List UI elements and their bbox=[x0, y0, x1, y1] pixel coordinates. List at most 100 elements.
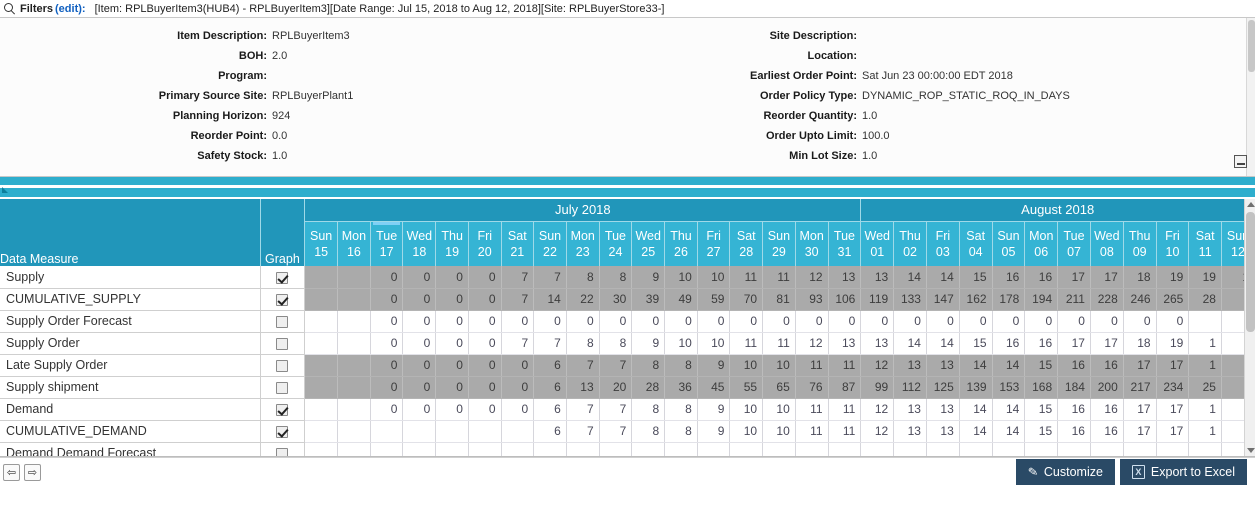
measure-value-cell[interactable]: 0 bbox=[828, 310, 862, 333]
graph-checkbox[interactable] bbox=[276, 271, 289, 284]
measure-value-cell[interactable]: 8 bbox=[566, 332, 600, 355]
graph-checkbox[interactable] bbox=[276, 381, 289, 394]
measure-name-cell[interactable]: Supply bbox=[0, 266, 261, 289]
grid-day-header[interactable]: Wed 08 bbox=[1090, 221, 1124, 266]
measure-value-cell[interactable]: 0 bbox=[1090, 310, 1124, 333]
measure-value-cell[interactable]: 14 bbox=[533, 288, 567, 311]
measure-value-cell[interactable]: 12 bbox=[795, 332, 829, 355]
measure-value-cell[interactable]: 13 bbox=[893, 420, 927, 443]
measure-value-cell[interactable]: 119 bbox=[860, 288, 895, 311]
graph-checkbox[interactable] bbox=[276, 447, 289, 456]
measure-value-cell[interactable]: 17 bbox=[1057, 332, 1091, 355]
grid-day-header[interactable]: Wed 25 bbox=[631, 221, 666, 266]
measure-value-cell[interactable]: 14 bbox=[992, 398, 1026, 421]
measure-value-cell[interactable]: 0 bbox=[501, 398, 535, 421]
measure-value-cell[interactable] bbox=[860, 442, 895, 456]
grid-day-header[interactable]: Sat 28 bbox=[729, 221, 764, 266]
measure-value-cell[interactable]: 14 bbox=[893, 266, 927, 289]
measure-value-cell[interactable]: 178 bbox=[992, 288, 1026, 311]
measure-value-cell[interactable]: 13 bbox=[893, 354, 927, 377]
measure-value-cell[interactable]: 147 bbox=[926, 288, 960, 311]
measure-value-cell[interactable]: 18 bbox=[1123, 332, 1157, 355]
measure-value-cell[interactable] bbox=[566, 442, 600, 456]
measure-value-cell[interactable]: 0 bbox=[435, 398, 469, 421]
measure-value-cell[interactable]: 9 bbox=[697, 420, 731, 443]
grid-day-header[interactable]: Sun 22 bbox=[533, 221, 567, 266]
grid-day-header[interactable]: Mon 23 bbox=[566, 221, 600, 266]
measure-value-cell[interactable]: 16 bbox=[1057, 354, 1091, 377]
measure-value-cell[interactable]: 0 bbox=[468, 376, 502, 399]
measure-value-cell[interactable]: 17 bbox=[1156, 420, 1190, 443]
measure-value-cell[interactable]: 0 bbox=[370, 354, 404, 377]
measure-value-cell[interactable]: 18 bbox=[1123, 266, 1157, 289]
measure-value-cell[interactable]: 17 bbox=[1123, 398, 1157, 421]
measure-value-cell[interactable] bbox=[337, 310, 371, 333]
measure-value-cell[interactable]: 17 bbox=[1090, 332, 1124, 355]
grid-day-header[interactable]: Thu 19 bbox=[435, 221, 469, 266]
grid-day-header[interactable]: Tue 07 bbox=[1057, 221, 1091, 266]
measure-value-cell[interactable]: 15 bbox=[959, 332, 993, 355]
measure-value-cell[interactable]: 217 bbox=[1123, 376, 1157, 399]
measure-value-cell[interactable]: 194 bbox=[1024, 288, 1059, 311]
measure-value-cell[interactable]: 6 bbox=[533, 398, 567, 421]
grid-day-header[interactable]: Mon 16 bbox=[337, 221, 371, 266]
measure-value-cell[interactable]: 11 bbox=[762, 266, 796, 289]
measure-value-cell[interactable]: 0 bbox=[370, 266, 404, 289]
measure-value-cell[interactable]: 7 bbox=[533, 266, 567, 289]
measure-value-cell[interactable] bbox=[304, 266, 338, 289]
measure-value-cell[interactable] bbox=[337, 332, 371, 355]
measure-value-cell[interactable] bbox=[304, 442, 338, 456]
measure-value-cell[interactable]: 8 bbox=[664, 420, 698, 443]
graph-checkbox-cell[interactable] bbox=[260, 376, 306, 399]
measure-value-cell[interactable]: 1 bbox=[1188, 332, 1222, 355]
grid-day-header[interactable]: Sun 29 bbox=[762, 221, 796, 266]
measure-value-cell[interactable]: 19 bbox=[1156, 266, 1190, 289]
measure-value-cell[interactable]: 139 bbox=[959, 376, 993, 399]
measure-value-cell[interactable]: 0 bbox=[435, 332, 469, 355]
measure-value-cell[interactable]: 10 bbox=[729, 354, 764, 377]
measure-value-cell[interactable] bbox=[992, 442, 1026, 456]
measure-value-cell[interactable] bbox=[402, 442, 437, 456]
measure-value-cell[interactable] bbox=[468, 420, 502, 443]
measure-value-cell[interactable]: 49 bbox=[664, 288, 698, 311]
measure-value-cell[interactable]: 11 bbox=[795, 398, 829, 421]
measure-value-cell[interactable]: 11 bbox=[729, 332, 764, 355]
customize-button[interactable]: ✎ Customize bbox=[1015, 459, 1115, 485]
measure-value-cell[interactable] bbox=[337, 442, 371, 456]
grid-day-header[interactable]: Sat 04 bbox=[959, 221, 993, 266]
grid-day-header[interactable]: Mon 30 bbox=[795, 221, 829, 266]
measure-value-cell[interactable] bbox=[729, 442, 764, 456]
measure-value-cell[interactable] bbox=[762, 442, 796, 456]
measure-value-cell[interactable]: 11 bbox=[828, 398, 862, 421]
measure-name-cell[interactable]: Late Supply Order bbox=[0, 354, 261, 377]
measure-value-cell[interactable]: 13 bbox=[860, 266, 895, 289]
measure-value-cell[interactable]: 0 bbox=[795, 310, 829, 333]
measure-value-cell[interactable]: 22 bbox=[566, 288, 600, 311]
measure-name-cell[interactable]: Supply Order bbox=[0, 332, 261, 355]
measure-value-cell[interactable]: 19 bbox=[1188, 266, 1222, 289]
grid-day-header[interactable]: Wed 01 bbox=[860, 221, 895, 266]
measure-value-cell[interactable] bbox=[1123, 442, 1157, 456]
measure-value-cell[interactable]: 14 bbox=[992, 420, 1026, 443]
measure-value-cell[interactable] bbox=[501, 442, 535, 456]
measure-value-cell[interactable]: 39 bbox=[631, 288, 666, 311]
measure-value-cell[interactable]: 184 bbox=[1057, 376, 1091, 399]
measure-value-cell[interactable]: 10 bbox=[697, 332, 731, 355]
measure-value-cell[interactable] bbox=[304, 332, 338, 355]
grid-day-header[interactable]: Fri 10 bbox=[1156, 221, 1190, 266]
measure-value-cell[interactable]: 7 bbox=[566, 420, 600, 443]
measure-value-cell[interactable] bbox=[337, 288, 371, 311]
measure-value-cell[interactable]: 0 bbox=[370, 288, 404, 311]
grid-scrollbar[interactable] bbox=[1244, 199, 1255, 456]
grid-day-header[interactable]: Sat 21 bbox=[501, 221, 535, 266]
measure-name-cell[interactable]: CUMULATIVE_DEMAND bbox=[0, 420, 261, 443]
measure-value-cell[interactable] bbox=[1188, 442, 1222, 456]
measure-value-cell[interactable]: 65 bbox=[762, 376, 796, 399]
measure-value-cell[interactable]: 0 bbox=[926, 310, 960, 333]
measure-value-cell[interactable]: 16 bbox=[992, 266, 1026, 289]
measure-value-cell[interactable]: 7 bbox=[566, 354, 600, 377]
measure-value-cell[interactable]: 6 bbox=[533, 420, 567, 443]
grid-day-header[interactable]: Tue 24 bbox=[599, 221, 633, 266]
scroll-up-icon[interactable] bbox=[1245, 199, 1255, 210]
graph-checkbox[interactable] bbox=[276, 359, 289, 372]
